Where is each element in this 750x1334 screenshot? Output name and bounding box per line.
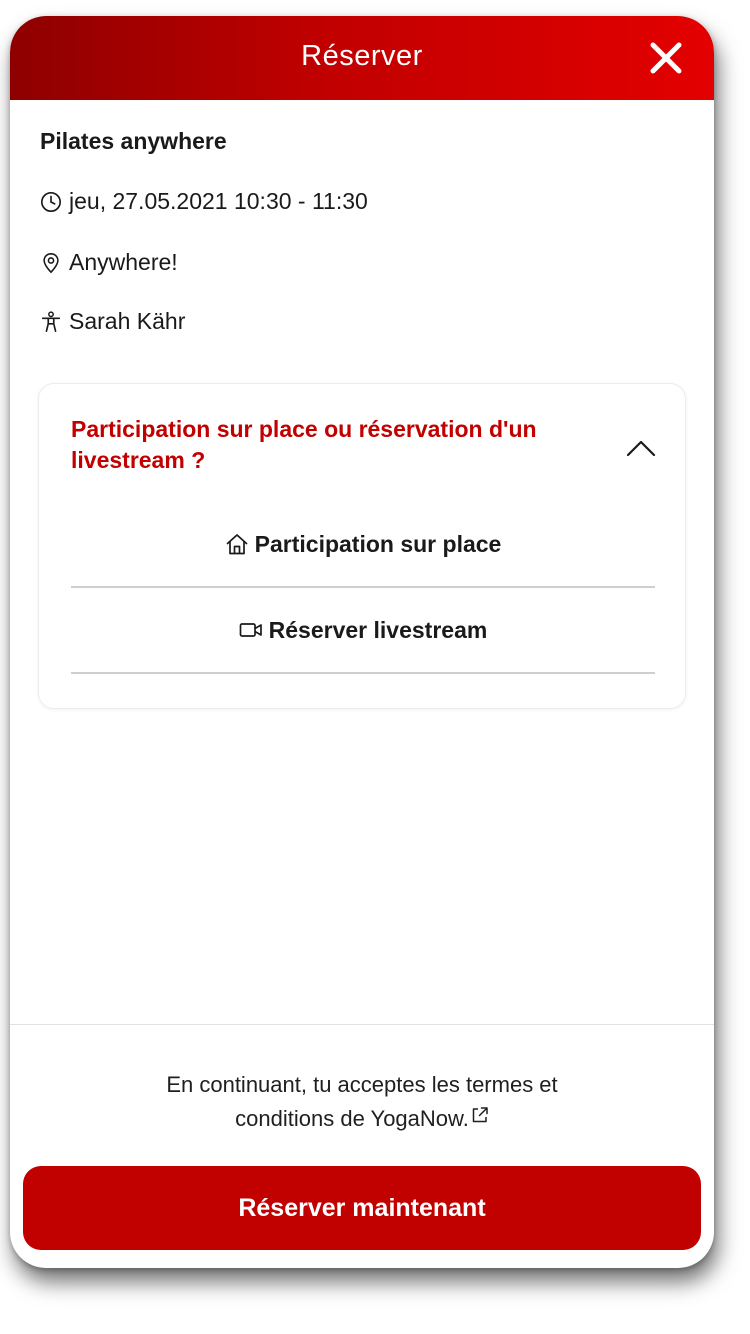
screen: Réserver Pilates anywhere jeu, 27.05.202… <box>0 0 750 1334</box>
booking-sheet: Réserver Pilates anywhere jeu, 27.05.202… <box>10 16 714 1268</box>
class-location: Anywhere! <box>69 249 178 275</box>
class-location-row: Anywhere! <box>40 249 178 276</box>
book-now-button[interactable]: Réserver maintenant <box>23 1166 701 1250</box>
class-teacher-row: Sarah Kähr <box>40 308 185 335</box>
terms-line-1: En continuant, tu acceptes les termes et <box>166 1072 558 1097</box>
external-link-icon[interactable] <box>471 1106 489 1124</box>
header-bar: Réserver <box>10 16 714 100</box>
class-title: Pilates anywhere <box>40 128 227 154</box>
terms-line-2: conditions de YogaNow. <box>10 1102 714 1136</box>
location-pin-icon <box>43 252 59 273</box>
class-teacher: Sarah Kähr <box>69 308 186 334</box>
option-onsite-button[interactable]: Participation sur place <box>71 502 655 588</box>
class-datetime: jeu, 27.05.2021 10:30 - 11:30 <box>69 188 368 214</box>
participation-card: Participation sur place ou réservation d… <box>38 383 686 709</box>
option-onsite-label: Participation sur place <box>254 530 502 557</box>
chevron-up-icon[interactable] <box>625 438 657 458</box>
footer-divider <box>10 1024 714 1025</box>
participation-question[interactable]: Participation sur place ou réservation d… <box>71 414 591 476</box>
terms-link[interactable]: conditions de YogaNow. <box>235 1106 469 1131</box>
home-icon <box>226 534 247 555</box>
video-camera-icon <box>239 623 262 637</box>
class-datetime-row: jeu, 27.05.2021 10:30 - 11:30 <box>40 188 368 215</box>
person-icon <box>41 310 61 332</box>
terms-text: En continuant, tu acceptes les termes et… <box>10 1068 714 1136</box>
option-livestream-label: Réserver livestream <box>268 616 488 643</box>
option-livestream-button[interactable]: Réserver livestream <box>71 588 655 674</box>
close-icon[interactable] <box>648 40 684 76</box>
page-title: Réserver <box>301 40 423 72</box>
clock-icon <box>41 191 61 212</box>
